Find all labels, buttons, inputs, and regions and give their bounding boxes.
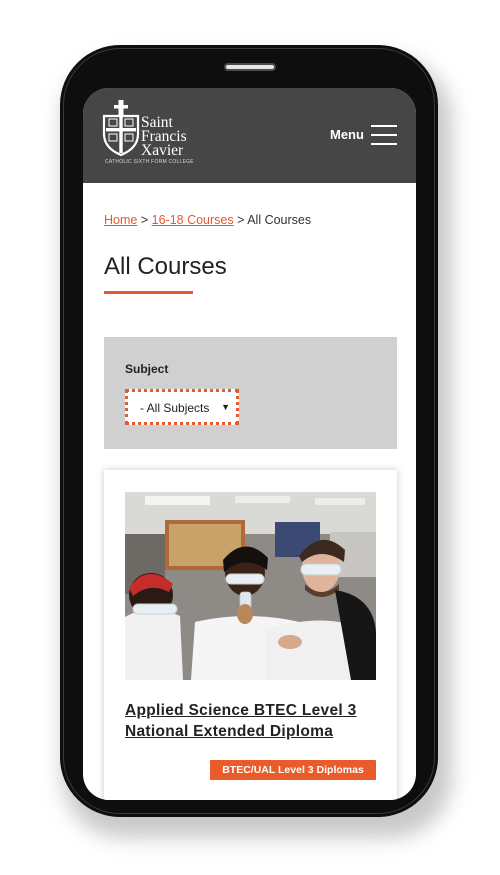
breadcrumb-courses-link[interactable]: 16-18 Courses — [152, 213, 234, 227]
breadcrumb-current: All Courses — [247, 213, 312, 227]
subject-selected-value: - All Subjects — [140, 401, 210, 415]
subject-filter-panel: Subject - All Subjects ▼ — [104, 337, 397, 449]
college-tagline: CATHOLIC SIXTH FORM COLLEGE — [105, 159, 194, 165]
subject-select[interactable]: - All Subjects ▼ — [125, 389, 239, 425]
college-name: Saint Francis Xavier — [141, 114, 187, 159]
course-title-link[interactable]: Applied Science BTEC Level 3 National Ex… — [125, 700, 380, 742]
breadcrumb: Home > 16-18 Courses > All Courses — [104, 213, 311, 227]
college-logo[interactable]: Saint Francis Xavier CATHOLIC SIXTH FORM… — [101, 98, 201, 173]
breadcrumb-separator: > — [237, 213, 245, 227]
course-photo[interactable] — [125, 492, 376, 680]
page-title: All Courses — [104, 253, 227, 280]
caret-down-icon: ▼ — [221, 402, 230, 412]
subject-label: Subject — [125, 362, 169, 376]
hamburger-icon — [371, 125, 397, 145]
site-header: Saint Francis Xavier CATHOLIC SIXTH FORM… — [83, 88, 416, 183]
phone-speaker — [224, 63, 276, 71]
breadcrumb-separator: > — [140, 213, 149, 227]
menu-label: Menu — [330, 127, 364, 142]
title-underline — [104, 291, 193, 294]
course-category-badge: BTEC/UAL Level 3 Diplomas — [210, 760, 376, 780]
menu-button[interactable]: Menu — [329, 123, 404, 147]
crest-icon — [102, 100, 140, 157]
phone-screen: Saint Francis Xavier CATHOLIC SIXTH FORM… — [83, 88, 416, 800]
course-card: Applied Science BTEC Level 3 National Ex… — [104, 470, 397, 800]
breadcrumb-home-link[interactable]: Home — [104, 213, 137, 227]
